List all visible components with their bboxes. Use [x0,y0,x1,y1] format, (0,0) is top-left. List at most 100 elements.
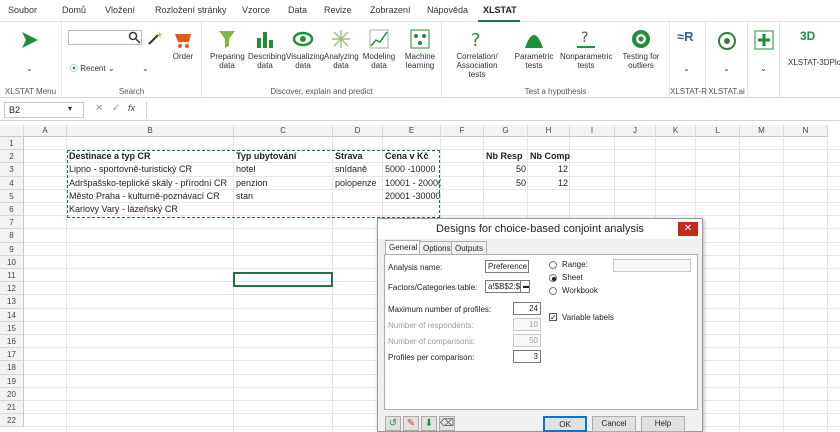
visualizing-data-button[interactable]: Visualizing data [286,28,324,70]
row-header-21[interactable]: 21 [0,401,24,415]
tab-outputs[interactable]: Outputs [451,241,488,255]
chevron-down-icon[interactable]: ⌄ [723,64,730,73]
row-header-13[interactable]: 13 [0,295,24,309]
tab-revize[interactable]: Revize [324,5,352,15]
tab-zobrazeni[interactable]: Zobrazení [370,5,411,15]
column-header-a[interactable]: A [24,125,67,137]
range-picker-button[interactable]: ▬ [520,280,530,293]
tab-general[interactable]: General [385,240,422,255]
reset-icon[interactable]: ↺ [385,416,401,431]
cell-h2[interactable]: Nb Comp [528,151,570,164]
cell-g4[interactable]: 50 [484,178,528,191]
tab-vzorce[interactable]: Vzorce [242,5,270,15]
select-all-corner[interactable] [0,125,24,137]
search-icon[interactable] [128,31,141,44]
close-button[interactable]: ✕ [678,222,698,236]
row-header-18[interactable]: 18 [0,361,24,375]
tab-domu[interactable]: Domů [62,5,86,15]
row-header-1[interactable]: 1 [0,137,24,151]
tab-napoveda[interactable]: Nápověda [427,5,468,15]
range-radio[interactable] [549,261,557,269]
workbook-radio[interactable] [549,287,557,295]
column-header-d[interactable]: D [333,125,383,137]
factors-input[interactable]: a!$B$2:$E$6 [485,280,521,293]
magic-wand-icon[interactable] [147,30,163,46]
row-header-15[interactable]: 15 [0,321,24,335]
tab-vlozeni[interactable]: Vložení [105,5,135,15]
column-header-n[interactable]: N [784,125,828,137]
column-header-h[interactable]: H [528,125,570,137]
row-header-7[interactable]: 7 [0,216,24,230]
machine-learning-button[interactable]: Machine learning [400,28,440,70]
recent-button[interactable]: ⦿ Recent ⌄ [70,64,115,73]
row-header-22[interactable]: 22 [0,414,24,428]
chevron-down-icon[interactable]: ⌄ [760,64,767,73]
tab-rozlozeni[interactable]: Rozložení stránky [155,5,227,15]
describing-data-button[interactable]: Describing data [248,28,286,70]
help-button[interactable]: Help [641,416,685,432]
xlstat-3dplot-button[interactable]: 3D [800,30,815,42]
row-header-10[interactable]: 10 [0,255,24,269]
ok-button[interactable]: OK [543,416,587,432]
download-icon[interactable]: ⬇ [421,416,437,431]
row-header-14[interactable]: 14 [0,308,24,322]
row-header-6[interactable]: 6 [0,203,24,217]
ppc-input[interactable]: 3 [513,350,541,363]
tab-soubor[interactable]: Soubor [8,5,37,15]
tab-xlstat[interactable]: XLSTAT [483,5,517,15]
xlstat-menu-button[interactable] [18,28,42,54]
xlstat-r-button[interactable]: ≈R [677,30,694,43]
formula-input[interactable] [146,102,836,118]
tab-options[interactable]: Options [419,241,455,255]
row-header-2[interactable]: 2 [0,150,24,164]
xlstat-ai-button[interactable] [716,30,738,54]
chevron-down-icon[interactable]: ▾ [68,104,72,113]
cell-h3[interactable]: 12 [528,164,570,177]
max-profiles-input[interactable]: 24 [513,302,541,315]
column-header-l[interactable]: L [696,125,740,137]
analyzing-data-button[interactable]: Analyzing data [324,28,359,70]
comparisons-input[interactable]: 50 [513,334,541,347]
cancel-button[interactable]: Cancel [592,416,636,432]
variable-labels-checkbox[interactable]: ✓ [549,313,557,322]
cell-g3[interactable]: 50 [484,164,528,177]
row-header-17[interactable]: 17 [0,348,24,362]
row-header-5[interactable]: 5 [0,189,24,203]
row-header-11[interactable]: 11 [0,269,24,283]
row-header-3[interactable]: 3 [0,163,24,177]
cancel-icon[interactable]: ✕ [95,103,103,114]
testing-outliers-button[interactable]: Testing for outliers [616,28,666,70]
modeling-data-button[interactable]: Modeling data [362,28,396,70]
row-header-9[interactable]: 9 [0,242,24,256]
chevron-down-icon[interactable]: ⌄ [26,64,33,73]
tab-data[interactable]: Data [288,5,307,15]
nonparametric-tests-button[interactable]: ? Nonparametric tests [560,28,612,70]
cell-h4[interactable]: 12 [528,178,570,191]
eraser-icon[interactable]: ⌫ [439,416,455,431]
column-header-i[interactable]: I [570,125,615,137]
row-header-12[interactable]: 12 [0,282,24,296]
column-header-k[interactable]: K [656,125,696,137]
check-icon[interactable]: ✓ [112,103,120,114]
column-header-e[interactable]: E [383,125,441,137]
preparing-data-button[interactable]: Preparing data [210,28,245,70]
order-button[interactable]: Order [172,28,194,61]
parametric-tests-button[interactable]: Parametric tests [512,28,556,70]
active-cell-c11[interactable] [233,272,333,287]
column-header-g[interactable]: G [484,125,528,137]
chevron-down-icon[interactable]: ⌄ [142,64,149,73]
column-header-j[interactable]: J [615,125,656,137]
row-header-16[interactable]: 16 [0,335,24,349]
respondents-input[interactable]: 10 [513,318,541,331]
range-input[interactable] [613,259,691,272]
fx-icon[interactable]: fx [128,103,135,113]
row-header-19[interactable]: 19 [0,374,24,388]
column-header-b[interactable]: B [67,125,234,137]
row-header-8[interactable]: 8 [0,229,24,243]
pencil-icon[interactable]: ✎ [403,416,419,431]
row-header-20[interactable]: 20 [0,387,24,401]
cell-g2[interactable]: Nb Resp [484,151,528,164]
row-header-4[interactable]: 4 [0,176,24,190]
chevron-down-icon[interactable]: ⌄ [683,64,690,73]
correlation-tests-button[interactable]: ? Correlation/ Association tests [448,28,506,79]
